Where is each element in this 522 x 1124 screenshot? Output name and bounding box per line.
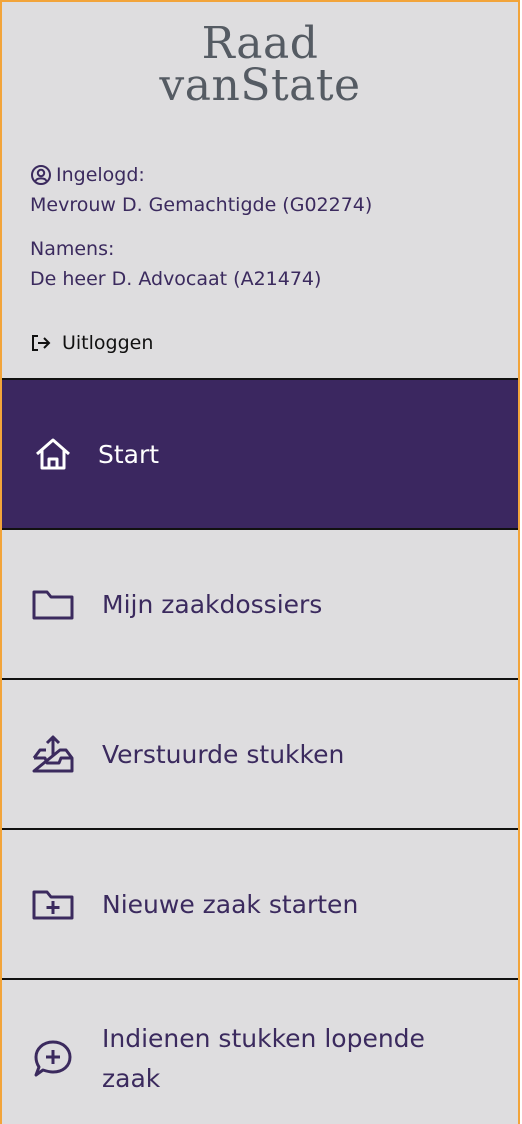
nav-item-indienen-stukken-lopende-zaak[interactable]: Indienen stukken lopende zaak <box>2 978 518 1124</box>
logo-line-2: vanState <box>159 60 361 111</box>
folder-plus-icon <box>30 881 76 927</box>
logout-label: Uitloggen <box>62 332 154 354</box>
logo-line-1: Raad <box>201 18 319 69</box>
nav-item-nieuwe-zaak-starten[interactable]: Nieuwe zaak starten <box>2 828 518 978</box>
chat-plus-icon <box>30 1036 76 1082</box>
nav-item-start[interactable]: Start <box>2 378 518 528</box>
on-behalf-name: De heer D. Advocaat (A21474) <box>30 268 322 290</box>
raad-van-state-logo[interactable]: Raad vanState <box>2 18 518 111</box>
nav-label-mijn-zaakdossiers: Mijn zaakdossiers <box>102 589 323 619</box>
folder-icon <box>30 581 76 627</box>
logged-in-label: Ingelogd: <box>56 164 145 186</box>
user-circle-icon <box>30 164 52 186</box>
nav-item-verstuurde-stukken[interactable]: Verstuurde stukken <box>2 678 518 828</box>
nav-label-indienen-stukken-lopende-zaak: Indienen stukken lopende zaak <box>102 1024 425 1093</box>
nav-label-start: Start <box>98 439 160 469</box>
nav-item-mijn-zaakdossiers[interactable]: Mijn zaakdossiers <box>2 528 518 678</box>
logout-icon <box>32 335 51 351</box>
nav-label-verstuurde-stukken: Verstuurde stukken <box>102 739 345 769</box>
main-navigation: Start Mijn zaakdossiers Verstuurde stukk… <box>2 378 518 1124</box>
on-behalf-label: Namens: <box>30 238 115 260</box>
logout-link[interactable]: Uitloggen <box>30 332 153 354</box>
home-icon <box>30 431 76 477</box>
sidebar: Raad vanState Ingelogd: Mevrouw D. Gemac… <box>0 0 520 1124</box>
nav-label-nieuwe-zaak-starten: Nieuwe zaak starten <box>102 889 359 919</box>
upload-tray-icon <box>30 731 76 777</box>
user-info: Ingelogd: Mevrouw D. Gemachtigde (G02274… <box>30 160 372 294</box>
logged-in-name: Mevrouw D. Gemachtigde (G02274) <box>30 194 373 216</box>
